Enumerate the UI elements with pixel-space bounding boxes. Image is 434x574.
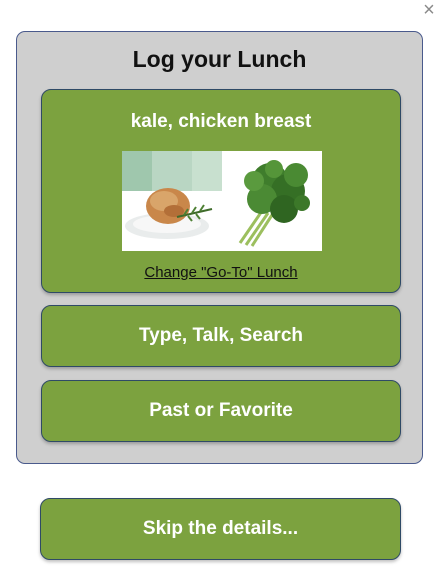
goto-lunch-foods: kale, chicken breast (130, 111, 312, 132)
goto-lunch-images (122, 151, 322, 251)
past-or-favorite-button[interactable]: Past or Favorite (41, 380, 401, 442)
dialog-title: Log your Lunch (132, 46, 307, 72)
goto-lunch-button[interactable]: kale, chicken breast Change "Go-To" Lunc… (41, 89, 401, 293)
skip-details-button[interactable]: Skip the details... (40, 498, 401, 560)
close-icon[interactable]: × (421, 0, 434, 22)
log-lunch-panel: Log your Lunch kale, chicken breast Chan… (16, 31, 423, 464)
change-goto-lunch-link[interactable]: Change "Go-To" Lunch (42, 264, 400, 281)
kale-image (222, 151, 322, 251)
chicken-breast-image (122, 151, 222, 251)
type-talk-search-button[interactable]: Type, Talk, Search (41, 305, 401, 367)
